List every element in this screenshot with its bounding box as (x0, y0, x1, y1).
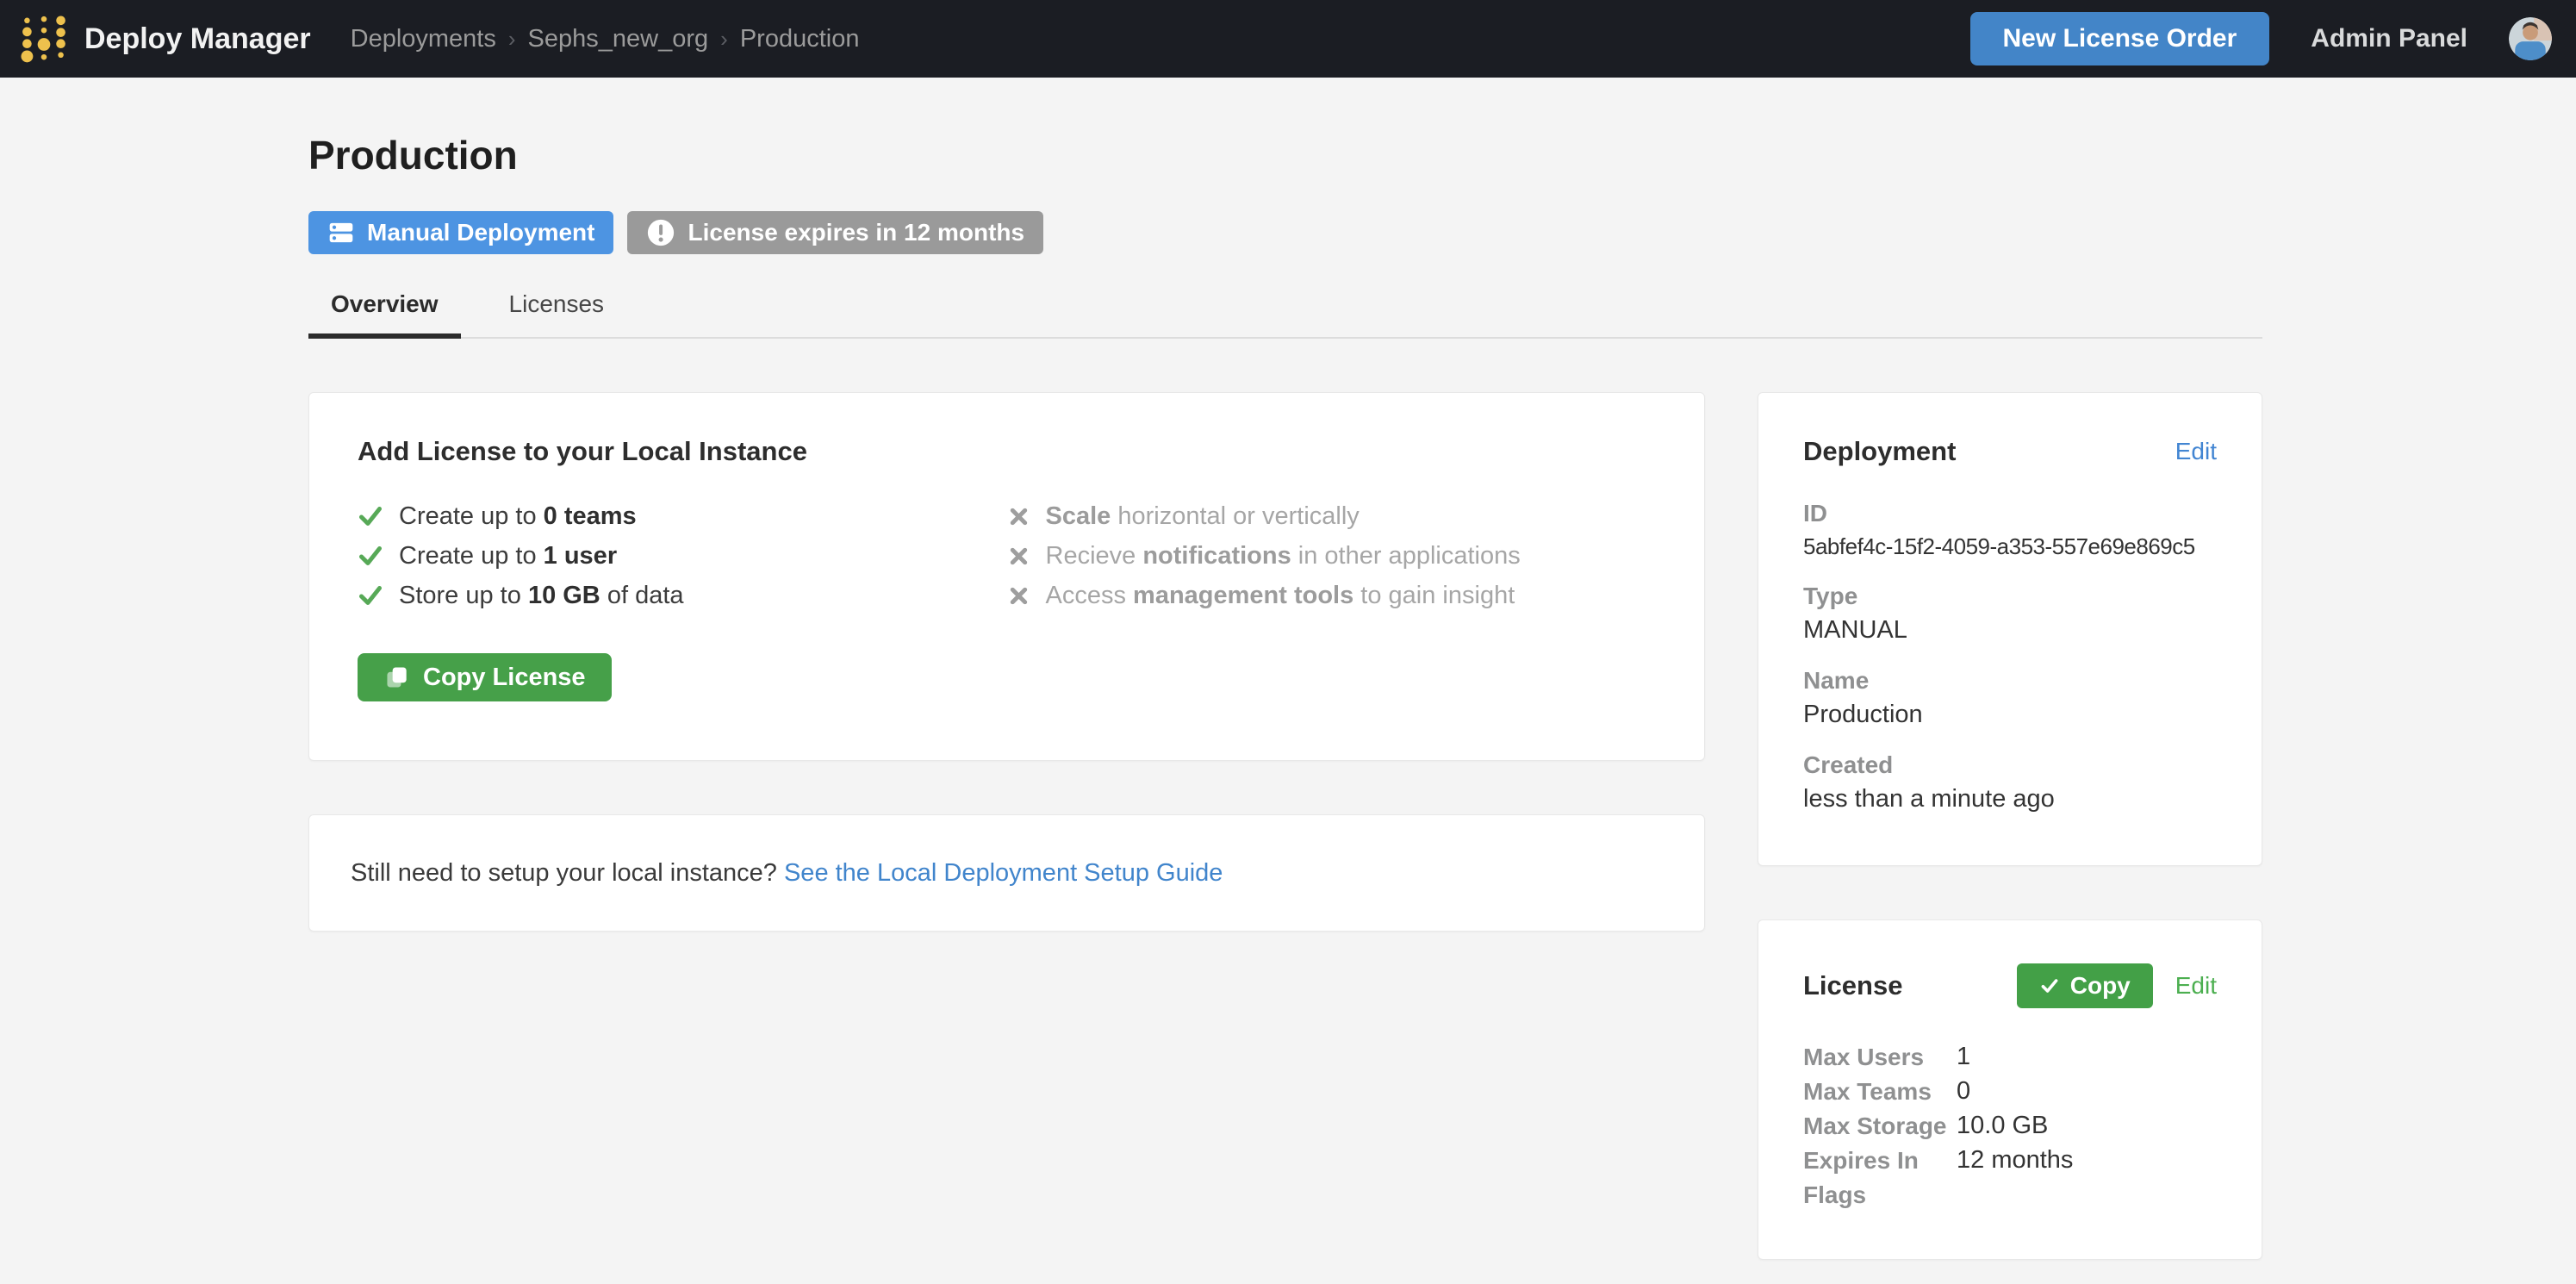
add-license-card-title: Add License to your Local Instance (358, 436, 1656, 467)
deployment-field-name: Name Production (1803, 667, 2217, 729)
list-item: Create up to 0 teams (358, 498, 1007, 534)
license-edit-link[interactable]: Edit (2175, 972, 2217, 1000)
check-icon (2039, 975, 2060, 996)
feature-list-excluded: Scale horizontal or vertically Recieve n… (1007, 498, 1657, 614)
deployment-field-type: Type MANUAL (1803, 583, 2217, 645)
exclamation-circle-icon (646, 218, 675, 247)
manual-deployment-badge-label: Manual Deployment (367, 219, 594, 246)
license-row-max-users: Max Users 1 (1803, 1044, 2217, 1069)
avatar-photo-icon (2509, 17, 2552, 60)
server-stack-icon (327, 219, 355, 246)
setup-guide-text: Still need to setup your local instance? (351, 859, 784, 887)
top-navbar: Deploy Manager Deployments › Sephs_new_o… (0, 0, 2576, 78)
list-item: Access management tools to gain insight (1007, 577, 1657, 614)
main-content: Production Manual Deployment (0, 78, 2576, 1260)
app-logo-icon (17, 12, 71, 65)
badge-row: Manual Deployment License expires in 12 … (308, 211, 2262, 254)
x-icon (1007, 505, 1030, 528)
check-icon (358, 503, 383, 529)
breadcrumb-separator: › (508, 26, 516, 53)
list-item: Scale horizontal or vertically (1007, 498, 1657, 534)
breadcrumb: Deployments › Sephs_new_org › Production (351, 25, 860, 53)
breadcrumb-org[interactable]: Sephs_new_org (528, 25, 709, 53)
breadcrumb-separator: › (720, 26, 728, 53)
manual-deployment-badge: Manual Deployment (308, 211, 613, 254)
list-item: Recieve notifications in other applicati… (1007, 538, 1657, 574)
admin-panel-link[interactable]: Admin Panel (2311, 24, 2467, 53)
license-expiry-badge: License expires in 12 months (627, 211, 1043, 254)
breadcrumb-deployments[interactable]: Deployments (351, 25, 496, 53)
add-license-card: Add License to your Local Instance Creat… (308, 392, 1705, 761)
license-expiry-badge-label: License expires in 12 months (688, 219, 1024, 246)
breadcrumb-production[interactable]: Production (740, 25, 860, 53)
deployment-edit-link[interactable]: Edit (2175, 438, 2217, 465)
x-icon (1007, 584, 1030, 608)
left-column: Add License to your Local Instance Creat… (308, 392, 1705, 932)
page: Deploy Manager Deployments › Sephs_new_o… (0, 0, 2576, 1284)
list-item: Create up to 1 user (358, 538, 1007, 574)
copy-license-button[interactable]: Copy License (358, 653, 612, 701)
license-card: License Copy Edit (1758, 919, 2262, 1260)
right-column: Deployment Edit ID 5abfef4c-15f2-4059-a3… (1758, 392, 2262, 1260)
user-avatar[interactable] (2509, 17, 2552, 60)
feature-list-included: Create up to 0 teams Create up to 1 user (358, 498, 1007, 614)
deployment-field-created: Created less than a minute ago (1803, 751, 2217, 813)
list-item: Store up to 10 GB of data (358, 577, 1007, 614)
copy-icon (383, 664, 411, 691)
check-icon (358, 583, 383, 608)
license-row-max-storage: Max Storage 10.0 GB (1803, 1113, 2217, 1138)
license-card-title: License (1803, 970, 1902, 1001)
app-title: Deploy Manager (84, 22, 311, 56)
page-title: Production (308, 131, 2262, 179)
deployment-field-id: ID 5abfef4c-15f2-4059-a353-557e69e869c5 (1803, 500, 2217, 560)
tab-bar: Overview Licenses (308, 290, 2262, 339)
tab-licenses[interactable]: Licenses (487, 290, 627, 339)
tab-overview[interactable]: Overview (308, 290, 461, 339)
setup-guide-card: Still need to setup your local instance?… (308, 814, 1705, 932)
check-icon (358, 543, 383, 569)
license-row-expires-in: Expires In 12 months (1803, 1148, 2217, 1173)
new-license-order-button[interactable]: New License Order (1970, 12, 2270, 65)
deployment-card: Deployment Edit ID 5abfef4c-15f2-4059-a3… (1758, 392, 2262, 866)
license-row-flags: Flags (1803, 1182, 2217, 1207)
feature-lists: Create up to 0 teams Create up to 1 user (358, 498, 1656, 614)
setup-guide-link[interactable]: See the Local Deployment Setup Guide (784, 859, 1223, 887)
x-icon (1007, 545, 1030, 568)
license-copy-button[interactable]: Copy (2017, 963, 2153, 1008)
deployment-card-title: Deployment (1803, 436, 1956, 467)
license-row-max-teams: Max Teams 0 (1803, 1079, 2217, 1104)
